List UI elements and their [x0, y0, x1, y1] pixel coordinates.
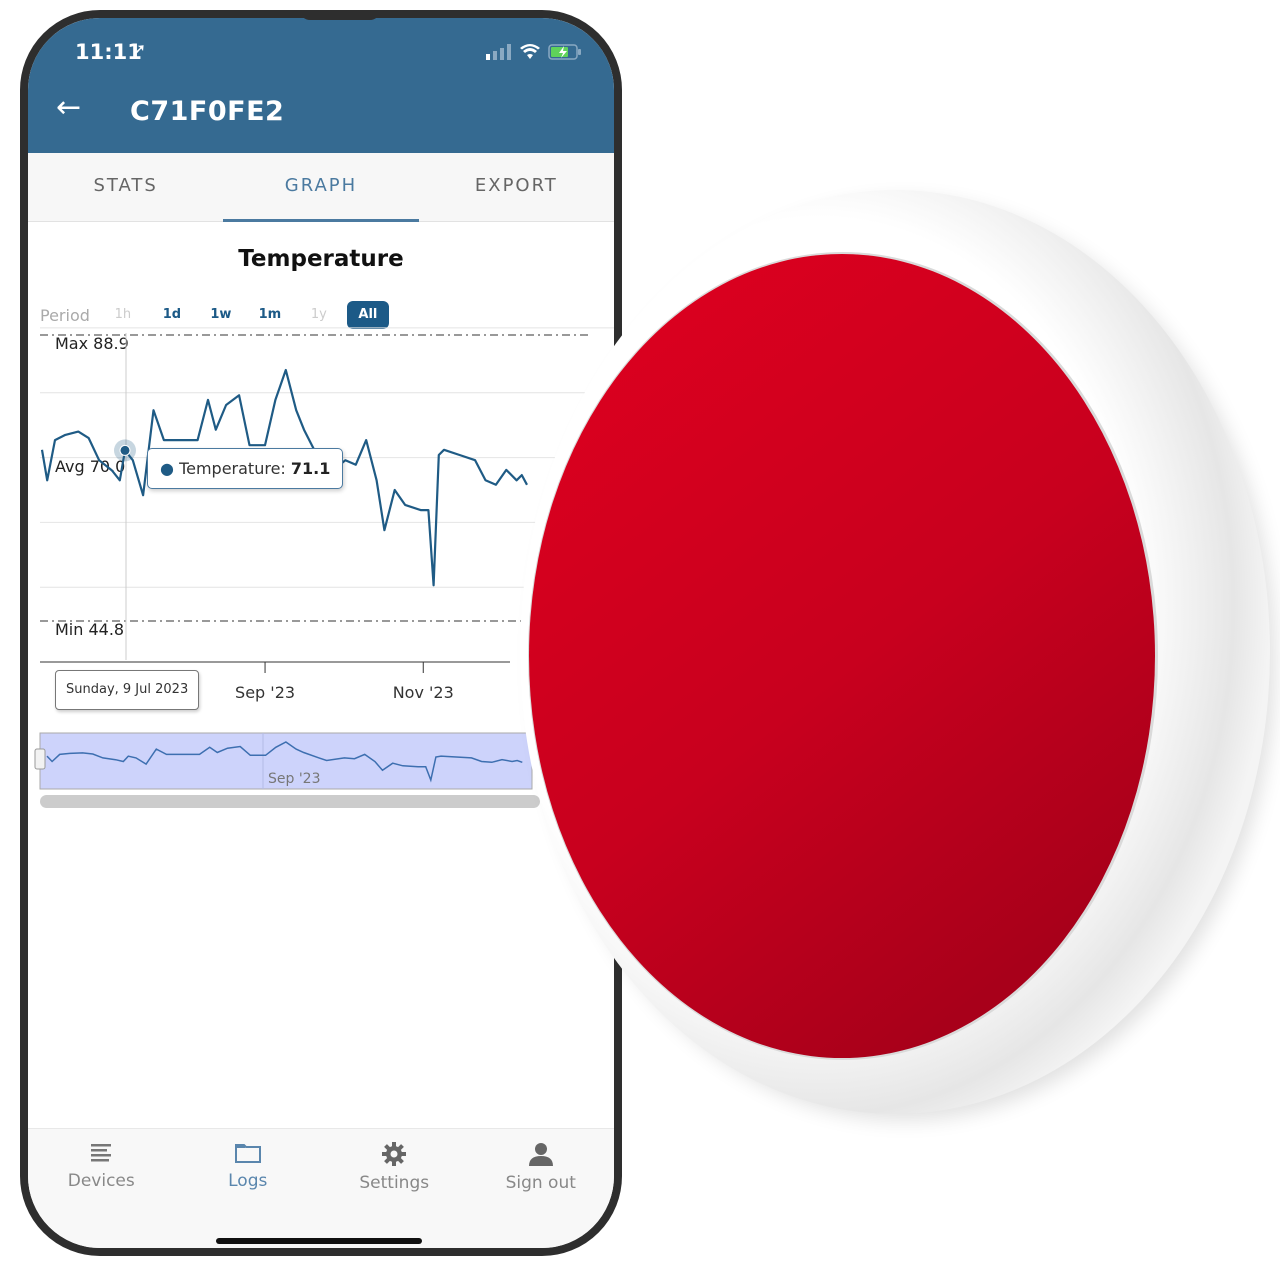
min-line-label: Min 44.8	[55, 620, 124, 639]
disc-red-face	[529, 254, 1155, 1058]
list-icon	[91, 1144, 112, 1162]
gear-icon	[382, 1142, 407, 1166]
phone-notch	[300, 10, 380, 20]
tooltip-series: Temperature:	[179, 459, 291, 478]
nav-logs-label: Logs	[228, 1171, 268, 1191]
nav-settings[interactable]: Settings	[321, 1129, 468, 1248]
disc-inner-edge	[528, 252, 1158, 1060]
nav-sign-out-label: Sign out	[505, 1173, 576, 1193]
temperature-chart[interactable]: Max 88.9 Avg 70.0 Min 44.8 Sep '23 Nov '…	[28, 18, 614, 838]
bottom-nav: Devices Logs Settings Sign out	[28, 1128, 615, 1248]
nav-logs[interactable]: Logs	[175, 1129, 322, 1248]
series-tooltip: ● Temperature: 71.1	[147, 448, 344, 489]
nav-devices-label: Devices	[67, 1171, 135, 1191]
tooltip-value: 71.1	[290, 459, 331, 478]
user-icon	[528, 1143, 553, 1166]
x-tick-label: Sep '23	[235, 683, 295, 702]
navigator-scrollbar[interactable]	[40, 795, 540, 808]
nav-settings-label: Settings	[359, 1173, 430, 1193]
folder-icon	[234, 1144, 261, 1163]
disc-shadow	[535, 200, 1275, 1120]
max-line-label: Max 88.9	[55, 334, 129, 353]
navigator-tick-label: Sep '23	[268, 771, 321, 787]
navigator-left-handle[interactable]	[34, 748, 46, 770]
highlight-point[interactable]	[119, 444, 131, 456]
home-indicator	[216, 1238, 422, 1244]
date-tooltip: Sunday, 9 Jul 2023	[55, 670, 200, 710]
nav-devices[interactable]: Devices	[28, 1129, 175, 1248]
x-tick-label: Nov '23	[393, 683, 454, 702]
nav-sign-out[interactable]: Sign out	[468, 1129, 615, 1248]
disc-white-rim	[520, 190, 1270, 1114]
phone-mockup: 11:11 ➚ ← C71F0FE2 STATS GRAPH EXPORT Te…	[20, 10, 622, 1256]
